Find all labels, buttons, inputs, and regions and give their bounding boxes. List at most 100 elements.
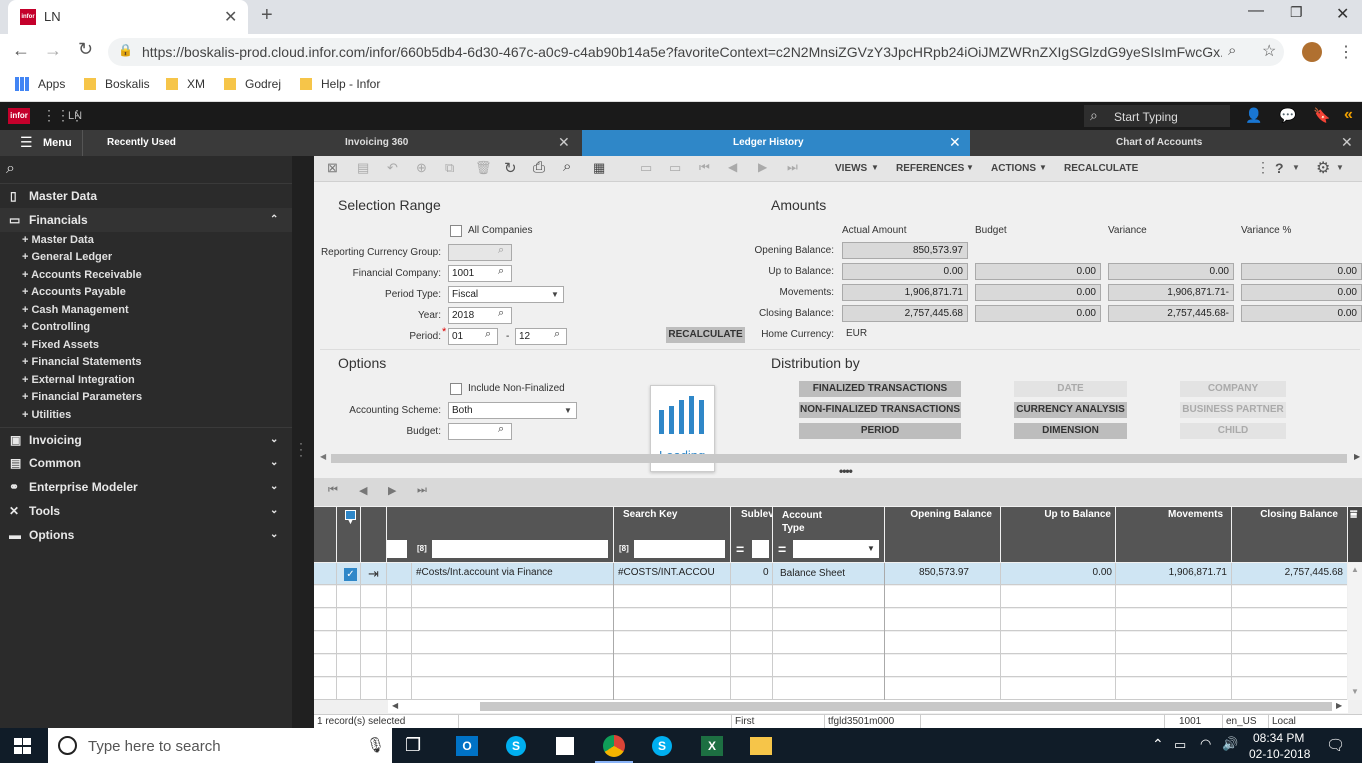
menu-button[interactable]: ☰ Menu — [0, 130, 82, 156]
lookup-icon[interactable]: ⌕ — [498, 307, 504, 320]
non-finalized-transactions-button[interactable]: NON-FINALIZED TRANSACTIONS — [799, 402, 961, 418]
include-non-finalized-checkbox[interactable] — [450, 383, 462, 395]
last-page-icon[interactable]: ⏭ — [417, 484, 427, 497]
search-icon[interactable]: ⌕ — [563, 158, 571, 175]
help-icon[interactable]: ? — [1275, 160, 1284, 176]
lookup-icon[interactable]: ⌕ — [554, 328, 560, 341]
submenu-item[interactable]: + Utilities — [22, 407, 71, 424]
grid-header-account-type[interactable]: Account Type = ▼ — [773, 507, 884, 562]
tab-ledger-history[interactable]: Ledger History ✕ — [582, 130, 970, 156]
gear-icon[interactable]: ⚙ — [1316, 158, 1330, 178]
maximize-icon[interactable]: ❐ — [1290, 4, 1303, 21]
filter-icon[interactable]: ⩸ — [1350, 507, 1357, 522]
print-icon[interactable]: ⎙ — [533, 159, 545, 176]
lookup-icon[interactable]: ⌕ — [498, 244, 504, 257]
bookmark-xm[interactable]: XM — [187, 77, 205, 91]
grid-header-opening-balance[interactable]: Opening Balance — [885, 507, 1000, 562]
excel-icon[interactable]: X — [701, 736, 723, 756]
submenu-item[interactable]: + Financial Parameters — [22, 389, 142, 406]
actions-menu[interactable]: ACTIONS — [991, 163, 1036, 174]
recalculate-button[interactable]: RECALCULATE — [666, 327, 745, 343]
scroll-right-icon[interactable]: ▶ — [1354, 452, 1360, 461]
sidebar-item-invoicing[interactable]: ▣ Invoicing ⌄ — [0, 427, 292, 451]
save-icon[interactable]: ▤ — [357, 160, 369, 176]
bookmark-help-infor[interactable]: Help - Infor — [321, 77, 380, 91]
file-explorer-icon[interactable] — [750, 737, 772, 755]
account-filter-toggle[interactable] — [387, 540, 407, 558]
new-icon[interactable]: ⊕ — [416, 160, 427, 176]
search-key-filter-input[interactable] — [634, 540, 725, 558]
user-icon[interactable]: 👤 — [1245, 107, 1262, 124]
tab-chart-of-accounts[interactable]: Chart of Accounts ✕ — [970, 130, 1362, 156]
resize-handle-icon[interactable]: •••• — [839, 464, 853, 478]
scroll-down-icon[interactable]: ▼ — [1351, 687, 1359, 696]
grid-header-checkbox[interactable]: ▼ — [337, 507, 360, 562]
tray-chevron-icon[interactable]: ⌃ — [1152, 736, 1164, 753]
submenu-item[interactable]: + Fixed Assets — [22, 337, 99, 354]
browser-tab[interactable]: infor LN ✕ — [8, 0, 248, 34]
lookup-icon[interactable]: ⌕ — [485, 328, 491, 341]
submenu-item[interactable]: + Cash Management — [22, 302, 129, 319]
bookmark-godrej[interactable]: Godrej — [245, 77, 281, 91]
scrollbar-thumb[interactable] — [331, 454, 1347, 463]
table-row[interactable] — [314, 655, 1347, 677]
submenu-item[interactable]: + Controlling — [22, 319, 90, 336]
sidebar-item-common[interactable]: ▤ Common ⌄ — [0, 451, 292, 475]
copy-icon[interactable]: ⧉ — [445, 160, 454, 176]
recalculate-menu[interactable]: RECALCULATE — [1064, 163, 1138, 174]
sidebar-item-tools[interactable]: ✕ Tools ⌄ — [0, 499, 292, 523]
finalized-transactions-button[interactable]: FINALIZED TRANSACTIONS — [799, 381, 961, 397]
account-type-filter-select[interactable]: ▼ — [793, 540, 879, 558]
table-row[interactable]: ✓ ⇥ #Costs/Int.account via Finance #COST… — [314, 563, 1347, 585]
all-companies-checkbox[interactable] — [450, 225, 462, 237]
prev-page-icon[interactable]: ◀ — [359, 484, 367, 497]
period-button[interactable]: PERIOD — [799, 423, 961, 439]
submenu-item[interactable]: + External Integration — [22, 372, 135, 389]
table-row[interactable] — [314, 632, 1347, 654]
lookup-icon[interactable]: ⌕ — [498, 423, 504, 436]
submenu-item[interactable]: + Accounts Receivable — [22, 267, 142, 284]
reload-icon[interactable]: ↻ — [78, 39, 93, 60]
delete-record-icon[interactable]: ⊠ — [327, 160, 338, 176]
calendar-icon[interactable]: ▦ — [593, 160, 605, 176]
close-icon[interactable]: ✕ — [558, 134, 570, 151]
outlook-icon[interactable]: O — [456, 736, 478, 756]
lookup-icon[interactable]: ⌕ — [498, 265, 504, 278]
minimize-icon[interactable]: — — [1248, 2, 1264, 20]
close-tab-icon[interactable]: ✕ — [224, 7, 237, 27]
grid-header-sublevel[interactable]: Sublev = — [731, 507, 772, 562]
taskbar-search-box[interactable]: Type here to search 🎙 — [48, 728, 392, 763]
form-horizontal-scrollbar[interactable]: ◀ ▶ — [320, 452, 1362, 464]
recently-used-button[interactable]: Recently Used — [82, 130, 198, 156]
folder-add-icon[interactable]: ▭ — [640, 160, 652, 176]
chrome-menu-icon[interactable]: ⋮ — [1338, 42, 1354, 62]
clock-date[interactable]: 02-10-2018 — [1249, 747, 1310, 761]
scroll-up-icon[interactable]: ▲ — [1351, 565, 1359, 574]
address-bar[interactable]: 🔒 https://boskalis-prod.cloud.infor.com/… — [108, 38, 1284, 66]
submenu-item[interactable]: + Accounts Payable — [22, 284, 126, 301]
bookmark-boskalis[interactable]: Boskalis — [105, 77, 150, 91]
sidebar-item-enterprise-modeler[interactable]: ⚭ Enterprise Modeler ⌄ — [0, 475, 292, 499]
business-partner-button[interactable]: BUSINESS PARTNER — [1180, 402, 1286, 418]
sidebar-splitter[interactable]: · · · — [292, 156, 314, 728]
global-search[interactable]: ⌕ Start Typing — [1084, 105, 1230, 127]
grid-vertical-scrollbar[interactable]: ▲ ▼ — [1348, 563, 1362, 700]
notifications-icon[interactable]: 🗨 — [1326, 736, 1345, 754]
scroll-left-icon[interactable]: ◀ — [392, 701, 398, 710]
references-menu[interactable]: REFERENCES — [896, 163, 964, 174]
trash-icon[interactable]: 🗑 — [475, 160, 492, 176]
submenu-item[interactable]: + Master Data — [22, 232, 94, 249]
scrollbar-thumb[interactable] — [480, 702, 1332, 711]
grid-header-settings[interactable]: ⩸ — [1348, 507, 1362, 562]
first-record-icon[interactable]: ⏮ — [699, 160, 710, 175]
scroll-right-icon[interactable]: ▶ — [1336, 701, 1342, 710]
sidebar-search[interactable]: ⌕ — [0, 156, 292, 184]
microphone-icon[interactable]: 🎙 — [366, 736, 385, 754]
next-record-icon[interactable]: ▶ — [758, 160, 767, 174]
company-button[interactable]: COMPANY — [1180, 381, 1286, 397]
undo-icon[interactable]: ↶ — [387, 160, 398, 176]
back-icon[interactable]: ← — [12, 40, 30, 61]
star-icon[interactable]: ☆ — [1262, 41, 1276, 61]
collapse-panel-icon[interactable]: « — [1344, 106, 1353, 124]
child-button[interactable]: CHILD — [1180, 423, 1286, 439]
